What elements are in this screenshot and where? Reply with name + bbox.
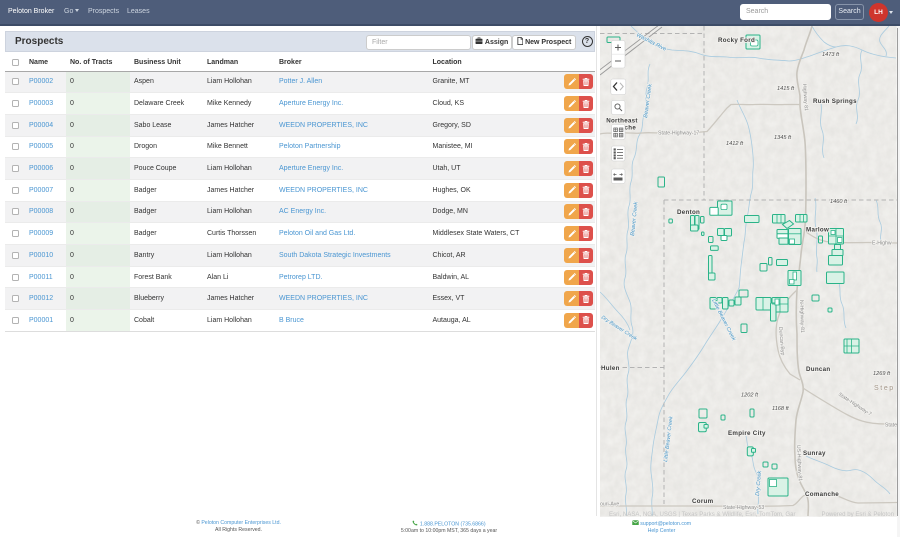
svg-text:Hulen: Hulen — [601, 365, 620, 372]
svg-text:Empire City: Empire City — [728, 430, 766, 437]
svg-text:1473 ft: 1473 ft — [822, 52, 840, 58]
svg-text:N-Highway-81: N-Highway-81 — [798, 300, 805, 333]
svg-text:Rocky Ford: Rocky Ford — [718, 37, 755, 44]
svg-text:1202 ft: 1202 ft — [741, 393, 759, 399]
svg-text:1460 ft: 1460 ft — [830, 199, 848, 205]
svg-text:Rush Springs: Rush Springs — [813, 98, 857, 105]
svg-text:Powered by Esri & Peloton: Powered by Esri & Peloton — [822, 511, 895, 517]
svg-text:Comanche: Comanche — [805, 491, 839, 498]
svg-text:Corum: Corum — [692, 498, 714, 505]
svg-text:E-Highw: E-Highw — [872, 241, 892, 247]
svg-text:Marlow: Marlow — [806, 227, 829, 234]
svg-text:1345 ft: 1345 ft — [774, 135, 792, 141]
svg-text:Denton: Denton — [677, 209, 700, 216]
svg-text:State-Highway-17: State-Highway-17 — [658, 131, 699, 137]
svg-text:1412 ft: 1412 ft — [726, 141, 744, 147]
svg-text:Sunray: Sunray — [803, 450, 826, 457]
svg-text:Northeast: Northeast — [606, 118, 638, 125]
svg-text:Esri, NASA, NGA, USGS | Texas: Esri, NASA, NGA, USGS | Texas Parks & Wi… — [609, 511, 796, 517]
svg-text:Step: Step — [874, 385, 895, 392]
svg-text:1415 ft: 1415 ft — [777, 86, 795, 92]
svg-text:ouri-Ave: ouri-Ave — [600, 502, 619, 508]
svg-text:1269 ft: 1269 ft — [873, 371, 891, 377]
svg-text:1168 ft: 1168 ft — [772, 406, 789, 412]
svg-text:Duncan: Duncan — [806, 366, 831, 373]
svg-text:State: State — [885, 423, 897, 429]
